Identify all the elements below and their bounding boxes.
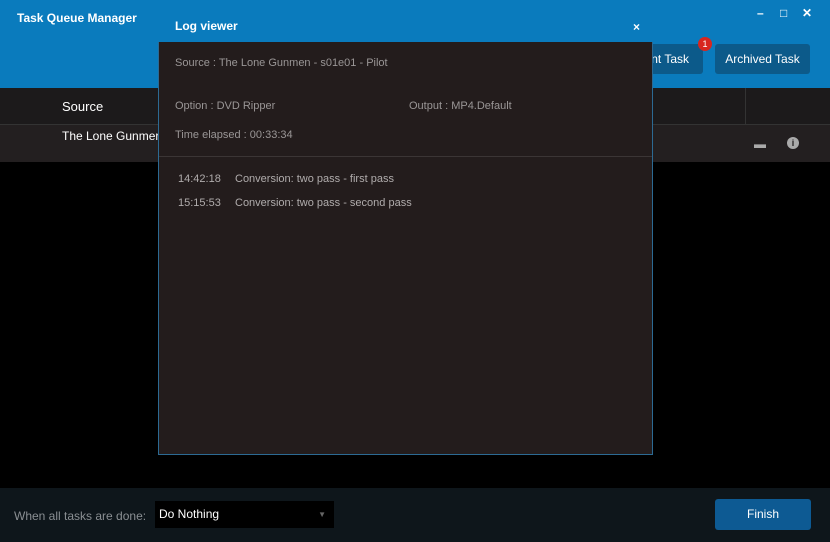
- minimize-button[interactable]: –: [757, 6, 764, 20]
- when-done-label: When all tasks are done:: [14, 509, 147, 523]
- log-viewer-title: Log viewer: [175, 19, 238, 33]
- log-output: Output : MP4.Default: [409, 100, 512, 112]
- task-count-badge: 1: [698, 37, 712, 51]
- row-source: The Lone Gunmer: [62, 129, 160, 143]
- archived-task-button[interactable]: Archived Task: [715, 44, 810, 74]
- log-entry-message: Conversion: two pass - first pass: [235, 173, 394, 185]
- log-viewer-dialog: Source : The Lone Gunmen - s01e01 - Pilo…: [158, 42, 653, 455]
- close-button[interactable]: ✕: [802, 6, 812, 20]
- maximize-button[interactable]: □: [780, 6, 787, 20]
- log-entry-time: 15:15:53: [178, 197, 221, 209]
- finish-button[interactable]: Finish: [715, 499, 811, 530]
- when-done-select[interactable]: Do Nothing ▼: [155, 501, 334, 528]
- info-icon[interactable]: i: [787, 137, 799, 149]
- footer: When all tasks are done: Do Nothing ▼ Fin…: [0, 488, 830, 542]
- select-value: Do Nothing: [159, 507, 220, 521]
- log-entry-message: Conversion: two pass - second pass: [235, 197, 412, 209]
- divider: [159, 156, 652, 157]
- column-source: Source: [62, 99, 104, 114]
- log-entry-time: 14:42:18: [178, 173, 221, 185]
- log-option: Option : DVD Ripper: [175, 100, 276, 112]
- window-title: Task Queue Manager: [17, 11, 137, 25]
- log-source: Source : The Lone Gunmen - s01e01 - Pilo…: [175, 57, 388, 69]
- log-elapsed: Time elapsed : 00:33:34: [175, 129, 293, 141]
- chevron-down-icon: ▼: [318, 510, 326, 519]
- folder-icon[interactable]: ▬: [754, 137, 766, 151]
- log-close-button[interactable]: ×: [633, 20, 640, 34]
- column-divider: [745, 88, 746, 125]
